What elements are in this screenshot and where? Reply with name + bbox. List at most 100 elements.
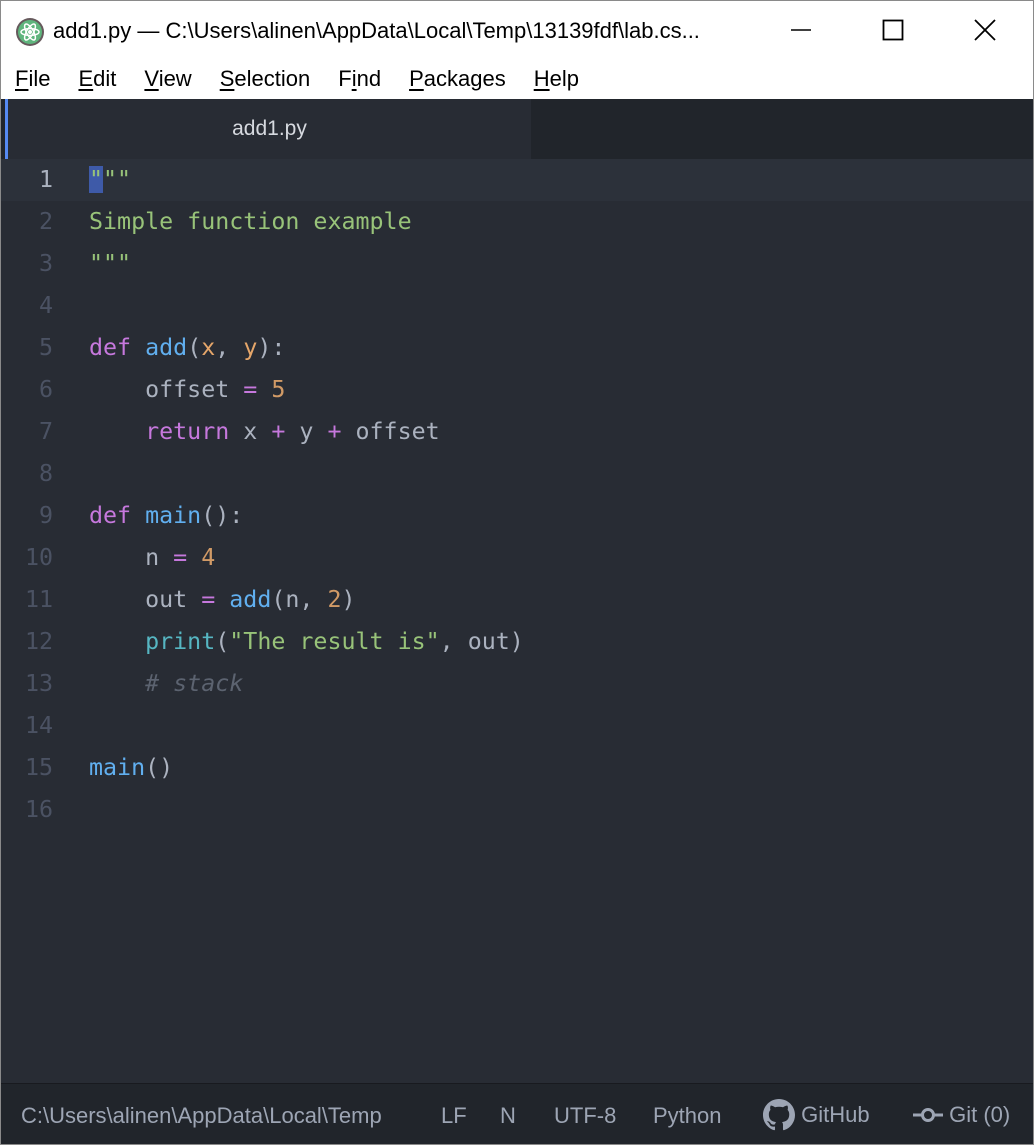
code-line[interactable]: 5 def add(x, y): bbox=[1, 327, 1033, 369]
code-token: """ bbox=[89, 250, 132, 277]
github-button[interactable]: GitHub bbox=[763, 1099, 870, 1131]
code-token: x bbox=[201, 334, 216, 361]
code-line[interactable]: 15 main() bbox=[1, 747, 1033, 789]
code-token: add bbox=[229, 586, 272, 613]
code-token: + bbox=[271, 418, 286, 445]
menu-mnemonic: V bbox=[144, 66, 159, 91]
code-line[interactable]: 13 # stack bbox=[1, 663, 1033, 705]
line-number: 12 bbox=[24, 628, 53, 655]
code-line[interactable]: 11 out = add(n, 2) bbox=[1, 579, 1033, 621]
line-number: 13 bbox=[24, 670, 53, 697]
menu-mnemonic: E bbox=[78, 66, 94, 91]
code-line[interactable]: 4 bbox=[1, 285, 1033, 327]
line-number: 2 bbox=[38, 208, 53, 235]
title-bar[interactable]: add1.py — C:\Users\alinen\AppData\Local\… bbox=[1, 1, 1033, 59]
status-encoding[interactable]: UTF-8 bbox=[554, 1103, 616, 1129]
code-line[interactable]: 9 def main(): bbox=[1, 495, 1033, 537]
status-bar: C:\Users\alinen\AppData\Local\Temp LF N … bbox=[1, 1083, 1033, 1144]
code-text: main() bbox=[89, 747, 173, 789]
menu-mnemonic: i bbox=[351, 66, 357, 91]
code-token: (n, bbox=[271, 586, 328, 613]
code-line[interactable]: 12 print("The result is", out) bbox=[1, 621, 1033, 663]
menu-view[interactable]: View bbox=[130, 59, 205, 99]
line-number: 3 bbox=[38, 250, 53, 277]
maximize-button[interactable] bbox=[847, 1, 939, 59]
status-file-path[interactable]: C:\Users\alinen\AppData\Local\Temp bbox=[21, 1103, 405, 1129]
menu-find[interactable]: Find bbox=[324, 59, 395, 99]
atom-editor-window: add1.py — C:\Users\alinen\AppData\Local\… bbox=[0, 0, 1034, 1145]
close-button[interactable] bbox=[939, 1, 1031, 59]
code-text: def main(): bbox=[89, 495, 243, 537]
code-line[interactable]: 16 bbox=[1, 789, 1033, 831]
status-indicator[interactable]: N bbox=[500, 1103, 516, 1129]
code-token: def bbox=[89, 502, 132, 529]
code-token: return bbox=[145, 418, 230, 445]
code-token: = bbox=[173, 544, 188, 571]
menu-help[interactable]: Help bbox=[520, 59, 593, 99]
line-number: 7 bbox=[38, 418, 53, 445]
code-token: Simple function example bbox=[89, 208, 412, 235]
close-icon bbox=[974, 19, 996, 41]
line-number: 9 bbox=[38, 502, 53, 529]
code-token: , bbox=[215, 334, 244, 361]
line-number: 10 bbox=[24, 544, 53, 571]
code-token: = bbox=[201, 586, 216, 613]
menu-packages[interactable]: Packages bbox=[395, 59, 520, 99]
status-line-ending[interactable]: LF bbox=[441, 1103, 467, 1129]
code-token: 2 bbox=[327, 586, 342, 613]
git-button[interactable]: Git (0) bbox=[913, 1101, 1010, 1128]
menu-mnemonic: F bbox=[15, 66, 29, 91]
code-text: print("The result is", out) bbox=[89, 621, 524, 663]
code-text: n = 4 bbox=[89, 537, 215, 579]
atom-icon bbox=[16, 18, 44, 46]
code-token: "The result is" bbox=[229, 628, 440, 655]
code-line[interactable]: 3 """ bbox=[1, 243, 1033, 285]
menu-file[interactable]: File bbox=[1, 59, 64, 99]
code-token: ): bbox=[257, 334, 286, 361]
github-label: GitHub bbox=[801, 1102, 870, 1127]
status-grammar[interactable]: Python bbox=[653, 1103, 722, 1129]
code-token: 4 bbox=[201, 544, 216, 571]
line-number: 11 bbox=[24, 586, 53, 613]
code-line[interactable]: 14 bbox=[1, 705, 1033, 747]
menu-mnemonic: P bbox=[409, 66, 424, 91]
code-line[interactable]: 10 n = 4 bbox=[1, 537, 1033, 579]
code-token: = bbox=[243, 376, 258, 403]
code-text: return x + y + offset bbox=[89, 411, 440, 453]
tab-add1-py[interactable]: add1.py bbox=[5, 99, 531, 159]
code-line[interactable]: 1 """ bbox=[1, 159, 1033, 201]
menu-selection[interactable]: Selection bbox=[206, 59, 325, 99]
code-token: y bbox=[285, 418, 328, 445]
code-line[interactable]: 7 return x + y + offset bbox=[1, 411, 1033, 453]
code-token: ( bbox=[215, 628, 230, 655]
minimize-icon bbox=[791, 29, 811, 31]
code-token: offset bbox=[89, 376, 244, 403]
code-text: """ bbox=[89, 159, 131, 201]
code-text: """ bbox=[89, 243, 131, 285]
code-token: 5 bbox=[271, 376, 286, 403]
github-icon bbox=[763, 1099, 795, 1131]
menu-edit[interactable]: Edit bbox=[64, 59, 130, 99]
code-line[interactable]: 8 bbox=[1, 453, 1033, 495]
code-token: ( bbox=[187, 334, 202, 361]
code-editor[interactable]: 1 """ 2 Simple function example 3 """ 4 5 def ad… bbox=[1, 159, 1033, 1083]
code-token: print bbox=[145, 628, 216, 655]
line-number: 15 bbox=[24, 754, 53, 781]
code-token: main bbox=[89, 754, 146, 781]
code-token: add bbox=[145, 334, 188, 361]
code-token: , out) bbox=[439, 628, 524, 655]
minimize-button[interactable] bbox=[755, 1, 847, 59]
line-number: 4 bbox=[38, 292, 53, 319]
git-label: Git (0) bbox=[949, 1102, 1011, 1128]
code-line[interactable]: 2 Simple function example bbox=[1, 201, 1033, 243]
code-token: # stack bbox=[145, 670, 244, 697]
tab-bar: add1.py bbox=[1, 99, 1033, 159]
code-token: n bbox=[89, 544, 174, 571]
code-token: + bbox=[327, 418, 342, 445]
code-line[interactable]: 6 offset = 5 bbox=[1, 369, 1033, 411]
